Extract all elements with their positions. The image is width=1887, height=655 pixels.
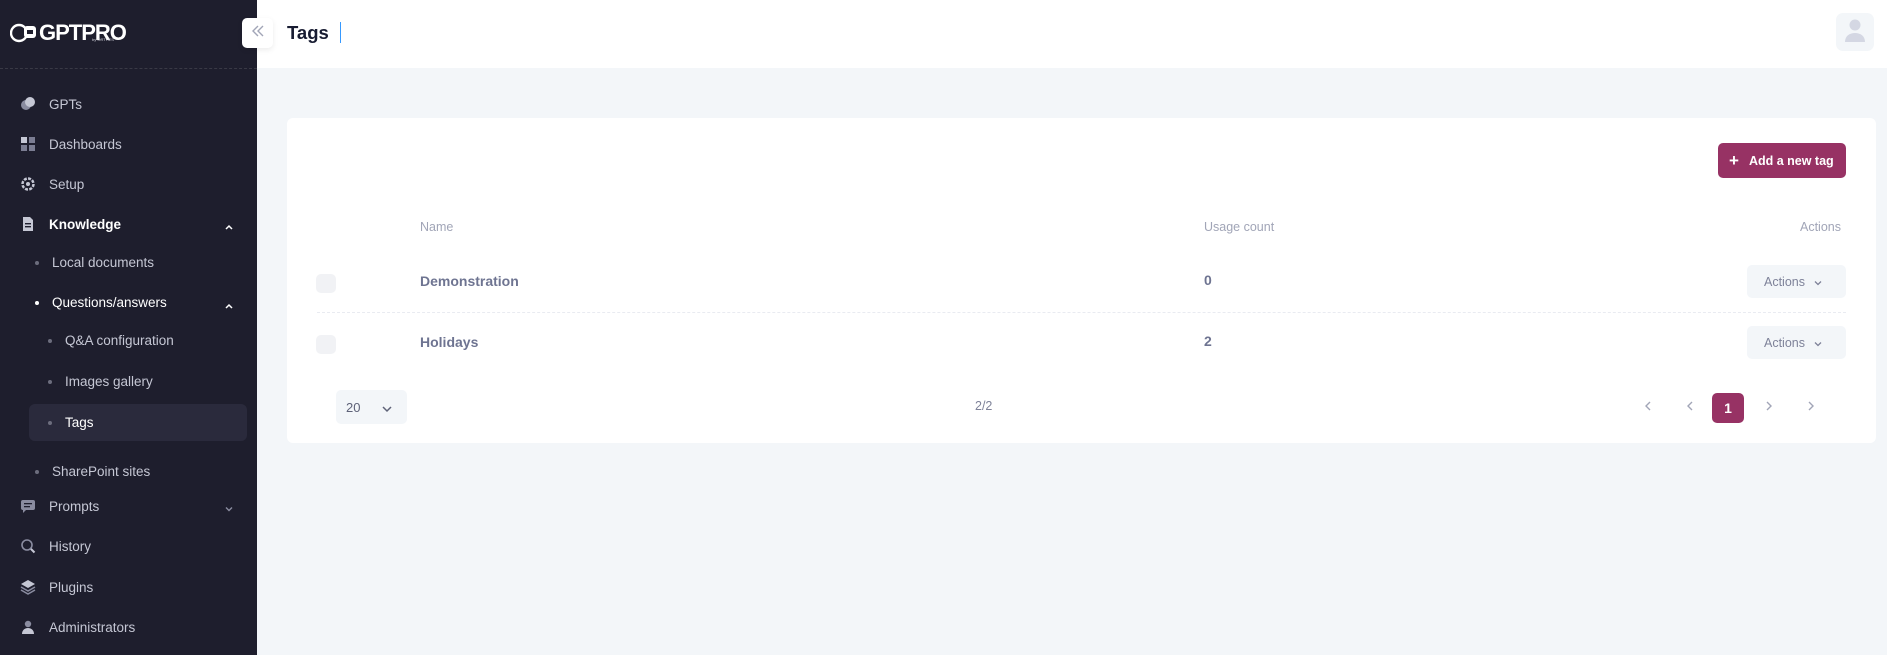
next-page-button[interactable] — [1753, 393, 1785, 423]
page-size-select[interactable]: 20 — [336, 390, 407, 424]
bullet — [35, 470, 39, 474]
double-chevron-left-icon — [1643, 399, 1655, 417]
column-header-usage-count[interactable]: Usage count — [1204, 220, 1274, 234]
document-icon — [20, 216, 36, 232]
sidebar-subitem-local-documents[interactable]: Local documents — [0, 246, 257, 280]
sidebar-item-setup[interactable]: Setup — [0, 167, 257, 201]
user-icon — [20, 619, 36, 635]
sidebar-subitem-label: Questions/answers — [52, 295, 167, 310]
pagination-info: 2/2 — [975, 399, 993, 413]
chevron-down-icon — [1813, 338, 1823, 348]
tag-name[interactable]: Demonstration — [420, 273, 519, 289]
page-button-current[interactable]: 1 — [1712, 393, 1744, 423]
sidebar-subitem-label: Images gallery — [65, 374, 153, 389]
sidebar-subitem-questions-answers[interactable]: Questions/answers — [0, 286, 257, 320]
avatar-icon — [1844, 18, 1866, 47]
sidebar-item-label: Dashboards — [49, 136, 122, 152]
sidebar-item-prompts[interactable]: Prompts — [0, 489, 257, 523]
sidebar-subitem-sharepoint-sites[interactable]: SharePoint sites — [0, 455, 257, 489]
dashboard-icon — [20, 136, 36, 152]
logo[interactable]: GPTPRO — [9, 19, 127, 47]
actions-label: Actions — [1764, 274, 1805, 289]
sidebar-subitem-qa-configuration[interactable]: Q&A configuration — [0, 324, 257, 358]
chevron-up-icon — [224, 219, 234, 230]
sidebar-item-knowledge[interactable]: Knowledge — [0, 207, 257, 241]
chevron-down-icon — [1813, 277, 1823, 287]
chevron-right-end-icon — [1805, 399, 1817, 417]
sidebar-subitem-images-gallery[interactable]: Images gallery — [0, 365, 257, 399]
gpt-icon — [20, 96, 36, 112]
logo-subtitle: by ORTHES — [92, 37, 114, 42]
sidebar-subitem-label: Local documents — [52, 255, 155, 270]
chevron-down-icon — [224, 501, 234, 512]
row-checkbox[interactable] — [316, 274, 336, 293]
double-chevron-left-icon — [251, 24, 265, 42]
sidebar-subitem-tags[interactable]: Tags — [29, 404, 247, 441]
chevron-left-icon — [1684, 399, 1696, 417]
sidebar-collapse-button[interactable] — [242, 18, 273, 48]
column-header-name[interactable]: Name — [420, 220, 453, 234]
sidebar-item-label: History — [49, 538, 92, 554]
chevron-right-icon — [1763, 399, 1775, 417]
row-actions-button[interactable]: Actions — [1747, 265, 1846, 298]
sidebar-item-label: GPTs — [49, 96, 83, 112]
tag-name[interactable]: Holidays — [420, 334, 478, 350]
sidebar-item-label: Setup — [49, 176, 85, 192]
logo-icon — [9, 22, 38, 44]
chevron-up-icon — [224, 298, 234, 309]
previous-page-button[interactable] — [1674, 393, 1706, 423]
sidebar-item-plugins[interactable]: Plugins — [0, 570, 257, 604]
usage-count: 2 — [1204, 333, 1212, 349]
user-avatar-button[interactable] — [1836, 13, 1874, 51]
sidebar-divider — [0, 68, 257, 69]
bullet — [35, 301, 39, 305]
row-actions-button[interactable]: Actions — [1747, 326, 1846, 359]
row-checkbox[interactable] — [316, 335, 336, 354]
bullet — [35, 261, 39, 265]
add-tag-button[interactable]: + Add a new tag — [1718, 143, 1846, 178]
column-header-actions: Actions — [1800, 220, 1841, 234]
sidebar-subitem-label: Q&A configuration — [65, 333, 174, 348]
title-divider — [340, 22, 341, 43]
sidebar-subitem-label: Tags — [65, 415, 94, 430]
chevron-down-icon — [381, 402, 393, 413]
search-history-icon — [20, 538, 36, 554]
actions-label: Actions — [1764, 335, 1805, 350]
header: Tags — [257, 0, 1887, 68]
tags-card: + Add a new tag Name Usage count Actions… — [287, 118, 1876, 443]
sidebar-item-label: Plugins — [49, 579, 94, 595]
sidebar-item-dashboards[interactable]: Dashboards — [0, 127, 257, 161]
bullet — [48, 380, 52, 384]
message-icon — [20, 498, 36, 514]
gear-icon — [20, 176, 36, 192]
last-page-button[interactable] — [1795, 393, 1827, 423]
sidebar-item-label: Prompts — [49, 498, 100, 514]
logo-text: GPTPRO — [39, 20, 127, 45]
add-tag-label: Add a new tag — [1748, 153, 1834, 168]
sidebar-subitem-label: SharePoint sites — [52, 464, 151, 479]
layers-icon — [20, 579, 36, 595]
sidebar: GPTPRO by ORTHES GPTs Dashboards Setup K… — [0, 0, 257, 655]
sidebar-item-gpts[interactable]: GPTs — [0, 87, 257, 121]
usage-count: 0 — [1204, 272, 1212, 288]
plus-icon: + — [1729, 151, 1739, 170]
sidebar-item-administrators[interactable]: Administrators — [0, 610, 257, 644]
page-title: Tags — [287, 22, 329, 43]
page-size-value: 20 — [346, 399, 361, 415]
bullet — [48, 339, 52, 343]
sidebar-item-label: Administrators — [49, 619, 136, 635]
bullet — [48, 421, 52, 425]
first-page-button[interactable] — [1633, 393, 1665, 423]
row-divider — [317, 312, 1846, 313]
sidebar-item-history[interactable]: History — [0, 529, 257, 563]
sidebar-item-label: Knowledge — [49, 216, 122, 232]
